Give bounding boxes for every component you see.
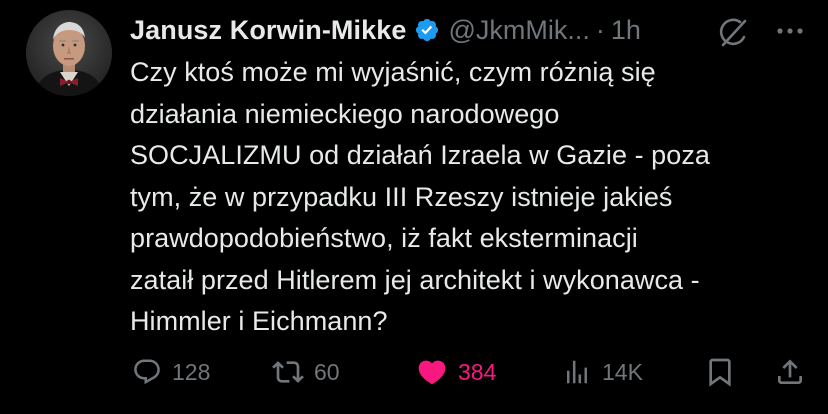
repost-count: 60 — [314, 358, 340, 385]
bookmark-button[interactable] — [704, 350, 736, 394]
heart-icon — [416, 356, 448, 388]
author-display-name[interactable]: Janusz Korwin-Mikke — [130, 15, 406, 46]
reply-icon — [132, 357, 162, 387]
share-icon — [774, 356, 806, 388]
tweet-text: Czy ktoś może mi wyjaśnić, czym różnią s… — [130, 57, 710, 336]
repost-button[interactable]: 60 — [272, 350, 340, 394]
views-icon — [562, 357, 592, 387]
bookmark-icon — [704, 356, 736, 388]
separator-dot: · — [595, 14, 605, 45]
views-button[interactable]: 14K — [562, 350, 643, 394]
verified-badge-icon[interactable] — [414, 17, 440, 43]
avatar[interactable] — [26, 10, 112, 96]
share-button[interactable] — [774, 350, 806, 394]
repost-icon — [272, 356, 304, 388]
more-icon[interactable] — [772, 16, 808, 46]
views-count: 14K — [602, 358, 643, 385]
reply-button[interactable]: 128 — [132, 350, 210, 394]
author-handle[interactable]: @JkmMik... — [448, 15, 589, 46]
grok-icon[interactable] — [716, 16, 750, 50]
like-count: 384 — [458, 358, 497, 385]
tweet-timestamp[interactable]: 1h — [611, 15, 641, 46]
tweet-actions: 128 60 384 14K — [0, 350, 828, 394]
like-button[interactable]: 384 — [416, 350, 496, 394]
reply-count: 128 — [172, 358, 211, 385]
tweet[interactable]: Janusz Korwin-Mikke @JkmMik... · 1h Czy … — [0, 0, 828, 414]
